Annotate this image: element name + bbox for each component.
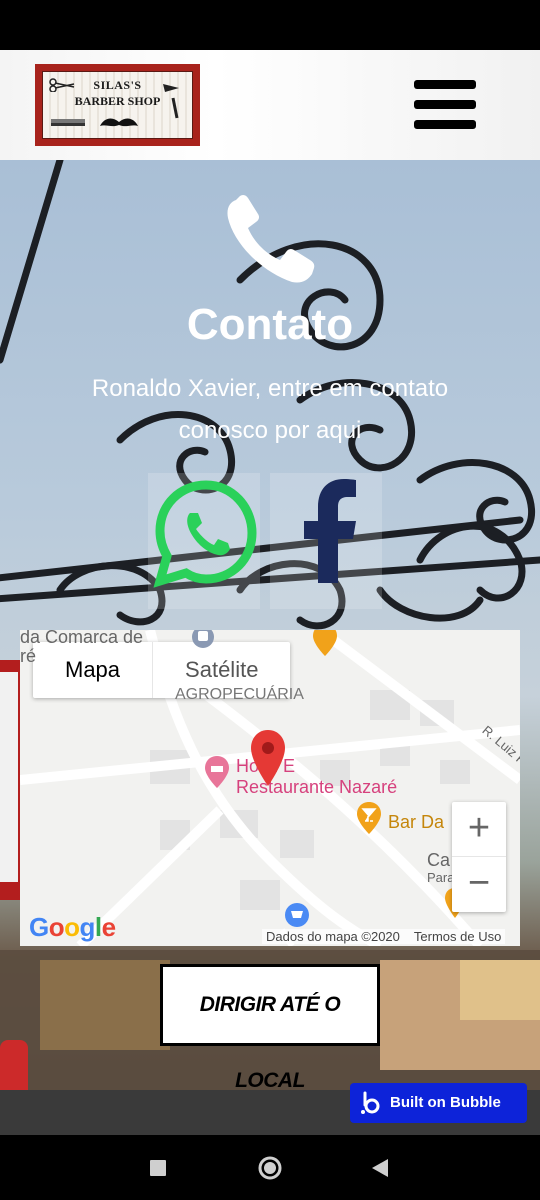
facebook-icon	[304, 479, 356, 583]
bubble-badge-label: Built on Bubble	[390, 1094, 501, 1111]
map-footer: Dados do mapa ©2020 Termos de Uso	[262, 929, 506, 944]
built-on-bubble-badge[interactable]: Built on Bubble	[350, 1083, 527, 1123]
android-nav-bar	[0, 1135, 540, 1200]
map-label-comarca: da Comarca de	[20, 630, 144, 647]
scissors-icon	[49, 78, 75, 92]
hotel-poi-icon	[205, 756, 229, 788]
tab-map[interactable]: Mapa	[33, 642, 152, 698]
google-logo: Google	[29, 912, 116, 942]
transit-poi-icon	[192, 630, 214, 648]
razor-blade-icon	[51, 119, 85, 126]
whatsapp-button[interactable]	[148, 473, 260, 609]
location-pin-icon	[251, 730, 285, 786]
zoom-control: + −	[452, 802, 506, 912]
zoom-in-button[interactable]: +	[452, 802, 506, 857]
map-label-ca: Ca	[427, 850, 451, 870]
map-data-text: Dados do mapa ©2020	[266, 929, 400, 944]
menu-line	[414, 80, 476, 89]
map-widget[interactable]: Mapa Satélite da Comarca de ré AGROPECUÁ…	[20, 630, 520, 946]
logo[interactable]: SILAS'S BARBER SHOP	[35, 64, 200, 146]
razor-icon	[163, 84, 179, 119]
map-label-para: Para	[427, 870, 455, 885]
phone-icon	[227, 194, 315, 283]
whatsapp-icon	[153, 480, 257, 588]
recents-button[interactable]	[150, 1160, 166, 1176]
zoom-out-button[interactable]: −	[452, 857, 506, 912]
facebook-button[interactable]	[270, 473, 382, 609]
map-label-agro: AGROPECUÁRIA	[175, 686, 304, 703]
status-bar	[0, 0, 540, 50]
menu-line	[414, 120, 476, 129]
mustache-icon	[100, 118, 138, 127]
hamburger-menu-button[interactable]	[414, 80, 476, 130]
bubble-logo-icon	[361, 1091, 380, 1114]
menu-line	[414, 100, 476, 109]
map-label-comarca2: ré	[20, 646, 37, 666]
directions-button[interactable]: DIRIGIR ATÉ O LOCAL	[160, 964, 380, 1092]
food-poi-icon	[313, 630, 337, 656]
map-label-bar: Bar Da	[388, 812, 445, 832]
contact-subtitle: Ronaldo Xavier, entre em contato conosco…	[91, 375, 449, 444]
page-title: Contato	[186, 300, 354, 349]
back-button[interactable]	[372, 1159, 388, 1177]
home-button[interactable]	[258, 1156, 282, 1180]
header: SILAS'S BARBER SHOP	[0, 50, 540, 160]
terms-link[interactable]: Termos de Uso	[414, 929, 501, 944]
bar-poi-icon	[357, 802, 381, 834]
shopping-poi-icon	[285, 903, 309, 927]
